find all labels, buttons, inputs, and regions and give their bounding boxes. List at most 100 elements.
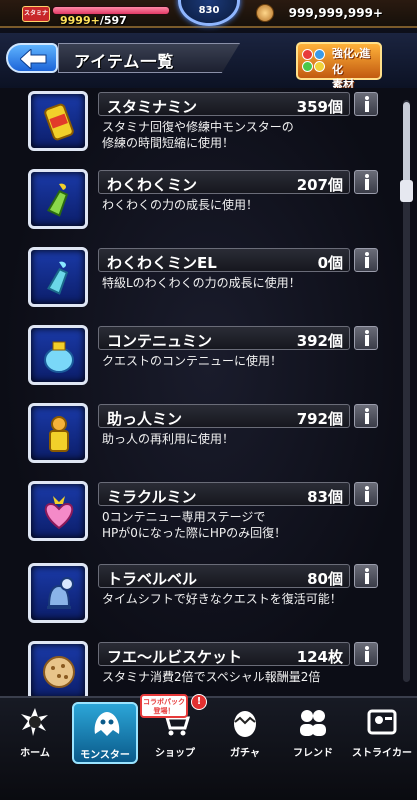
- item-icon-frame: [28, 403, 88, 463]
- evolve-materials-button[interactable]: 強化v進化 素材: [296, 42, 382, 91]
- item-icon-frame: [28, 247, 88, 307]
- continue-jar-icon: [44, 341, 74, 373]
- info-button[interactable]: [354, 482, 378, 506]
- item-name: トラベルベル: [107, 570, 198, 588]
- rank-badge[interactable]: 830: [178, 0, 240, 26]
- material-orbs-icon: [302, 49, 330, 75]
- nav-striker-label: ストライカー: [352, 748, 412, 759]
- item-name: わくわくミンEL: [107, 254, 217, 272]
- bottom-nav: ホーム モンスター ショップ ガチャ フレンド ストライカー: [0, 696, 417, 800]
- item-name: ミラクルミン: [107, 488, 197, 506]
- item-icon-frame: [28, 325, 88, 385]
- alert-badge: !: [191, 694, 207, 710]
- nav-gacha-label: ガチャ: [230, 748, 260, 759]
- list-item: スタミナミン 359個 スタミナ回復や修練中モンスターの 修練の時間短縮に使用！: [0, 90, 417, 160]
- item-count: 392個: [296, 332, 343, 350]
- info-button[interactable]: [354, 642, 378, 666]
- item-count: 792個: [296, 410, 343, 428]
- nav-monster-label: モンスター: [80, 750, 130, 761]
- item-count: 207個: [296, 176, 343, 194]
- item-list[interactable]: スタミナミン 359個 スタミナ回復や修練中モンスターの 修練の時間短縮に使用！…: [0, 88, 417, 696]
- rank-value: 830: [198, 5, 220, 16]
- item-description: わくわくの力の成長に使用！: [102, 198, 259, 212]
- stamina-can-icon: [44, 103, 74, 141]
- evolve-materials-label: 強化v進化 素材: [332, 46, 380, 92]
- list-item: ミラクルミン 83個 0コンテニュー専用ステージで HPが0になった際にHPのみ…: [0, 480, 417, 550]
- stamina-value: 9999+/597: [60, 14, 127, 27]
- item-name: コンテニュミン: [107, 332, 213, 350]
- coin-icon: [256, 4, 274, 22]
- nav-gacha[interactable]: ガチャ: [212, 702, 278, 764]
- item-description: 特級Lのわくわくの力の成長に使用！: [102, 276, 301, 290]
- evolve-label-strengthen: 強化: [332, 47, 354, 60]
- stamina-label: スタミナ: [22, 6, 50, 22]
- gacha-egg-icon: [234, 711, 256, 737]
- list-item: わくわくミンEL 0個 特級Lのわくわくの力の成長に使用！: [0, 246, 417, 316]
- info-icon: [365, 174, 369, 190]
- item-name-plate: わくわくミンEL 0個: [98, 248, 350, 272]
- info-button[interactable]: [354, 92, 378, 116]
- item-name: 助っ人ミン: [107, 410, 183, 428]
- page-title: アイテム一覧: [74, 52, 175, 71]
- back-arrow-icon: [20, 49, 47, 69]
- info-button[interactable]: [354, 404, 378, 428]
- item-icon-frame: [28, 641, 88, 696]
- info-icon: [365, 96, 369, 112]
- friends-icon: [300, 710, 326, 736]
- striker-card-icon: [367, 709, 397, 735]
- miracle-heart-icon: [44, 496, 74, 530]
- stamina-fill: [53, 7, 169, 14]
- item-icon-frame: [28, 563, 88, 623]
- item-name-plate: コンテニュミン 392個: [98, 326, 350, 350]
- list-item: トラベルベル 80個 タイムシフトで好きなクエストを復活可能！: [0, 562, 417, 632]
- list-item: フエ〜ルビスケット 124枚 スタミナ消費2倍でスペシャル報酬量2倍: [0, 640, 417, 696]
- nav-shop-label: ショップ: [155, 748, 195, 759]
- helper-figure-icon: [49, 416, 69, 452]
- info-button[interactable]: [354, 326, 378, 350]
- back-button[interactable]: [6, 43, 58, 73]
- item-name: フエ〜ルビスケット: [107, 648, 243, 666]
- nav-home[interactable]: ホーム: [2, 702, 68, 764]
- list-item: わくわくミン 207個 わくわくの力の成長に使用！: [0, 168, 417, 238]
- nav-monster[interactable]: モンスター: [72, 702, 138, 764]
- item-name-plate: ミラクルミン 83個: [98, 482, 350, 506]
- home-icon: [21, 708, 48, 736]
- info-icon: [365, 646, 369, 662]
- info-button[interactable]: [354, 248, 378, 272]
- list-item: 助っ人ミン 792個 助っ人の再利用に使用！: [0, 402, 417, 472]
- item-count: 359個: [296, 98, 343, 116]
- info-button[interactable]: [354, 564, 378, 588]
- item-icon-frame: [28, 91, 88, 151]
- scrollbar-handle[interactable]: [400, 180, 413, 202]
- monster-icon: [94, 712, 120, 736]
- nav-friend-label: フレンド: [293, 748, 333, 759]
- item-count: 80個: [307, 570, 343, 588]
- info-button[interactable]: [354, 170, 378, 194]
- item-name-plate: フエ〜ルビスケット 124枚: [98, 642, 350, 666]
- item-description: クエストのコンテニューに使用！: [102, 354, 283, 368]
- item-description: スタミナ回復や修練中モンスターの 修練の時間短縮に使用！: [102, 120, 294, 150]
- info-icon: [365, 330, 369, 346]
- item-icon-frame: [28, 481, 88, 541]
- nav-friend[interactable]: フレンド: [280, 702, 346, 764]
- info-icon: [365, 408, 369, 424]
- item-name-plate: 助っ人ミン 792個: [98, 404, 350, 428]
- info-icon: [365, 568, 369, 584]
- item-name-plate: トラベルベル 80個: [98, 564, 350, 588]
- item-count: 83個: [307, 488, 343, 506]
- waku-el-bottle-icon: [47, 261, 69, 295]
- waku-bottle-icon: [47, 183, 69, 217]
- item-description: 助っ人の再利用に使用！: [102, 432, 235, 446]
- item-name: スタミナミン: [107, 98, 198, 116]
- travel-bell-icon: [47, 577, 74, 609]
- collab-pack-badge[interactable]: コラボパック 登場！: [140, 694, 188, 718]
- status-bar: スタミナ 9999+/597 830 999,999,999+: [0, 0, 417, 28]
- item-icon-frame: [28, 169, 88, 229]
- nav-striker[interactable]: ストライカー: [349, 702, 415, 764]
- info-icon: [365, 486, 369, 502]
- item-description: スタミナ消費2倍でスペシャル報酬量2倍: [102, 670, 321, 684]
- item-description: タイムシフトで好きなクエストを復活可能！: [102, 592, 342, 606]
- item-name: わくわくミン: [107, 176, 198, 194]
- item-count: 124枚: [296, 648, 343, 666]
- item-count: 0個: [317, 254, 343, 272]
